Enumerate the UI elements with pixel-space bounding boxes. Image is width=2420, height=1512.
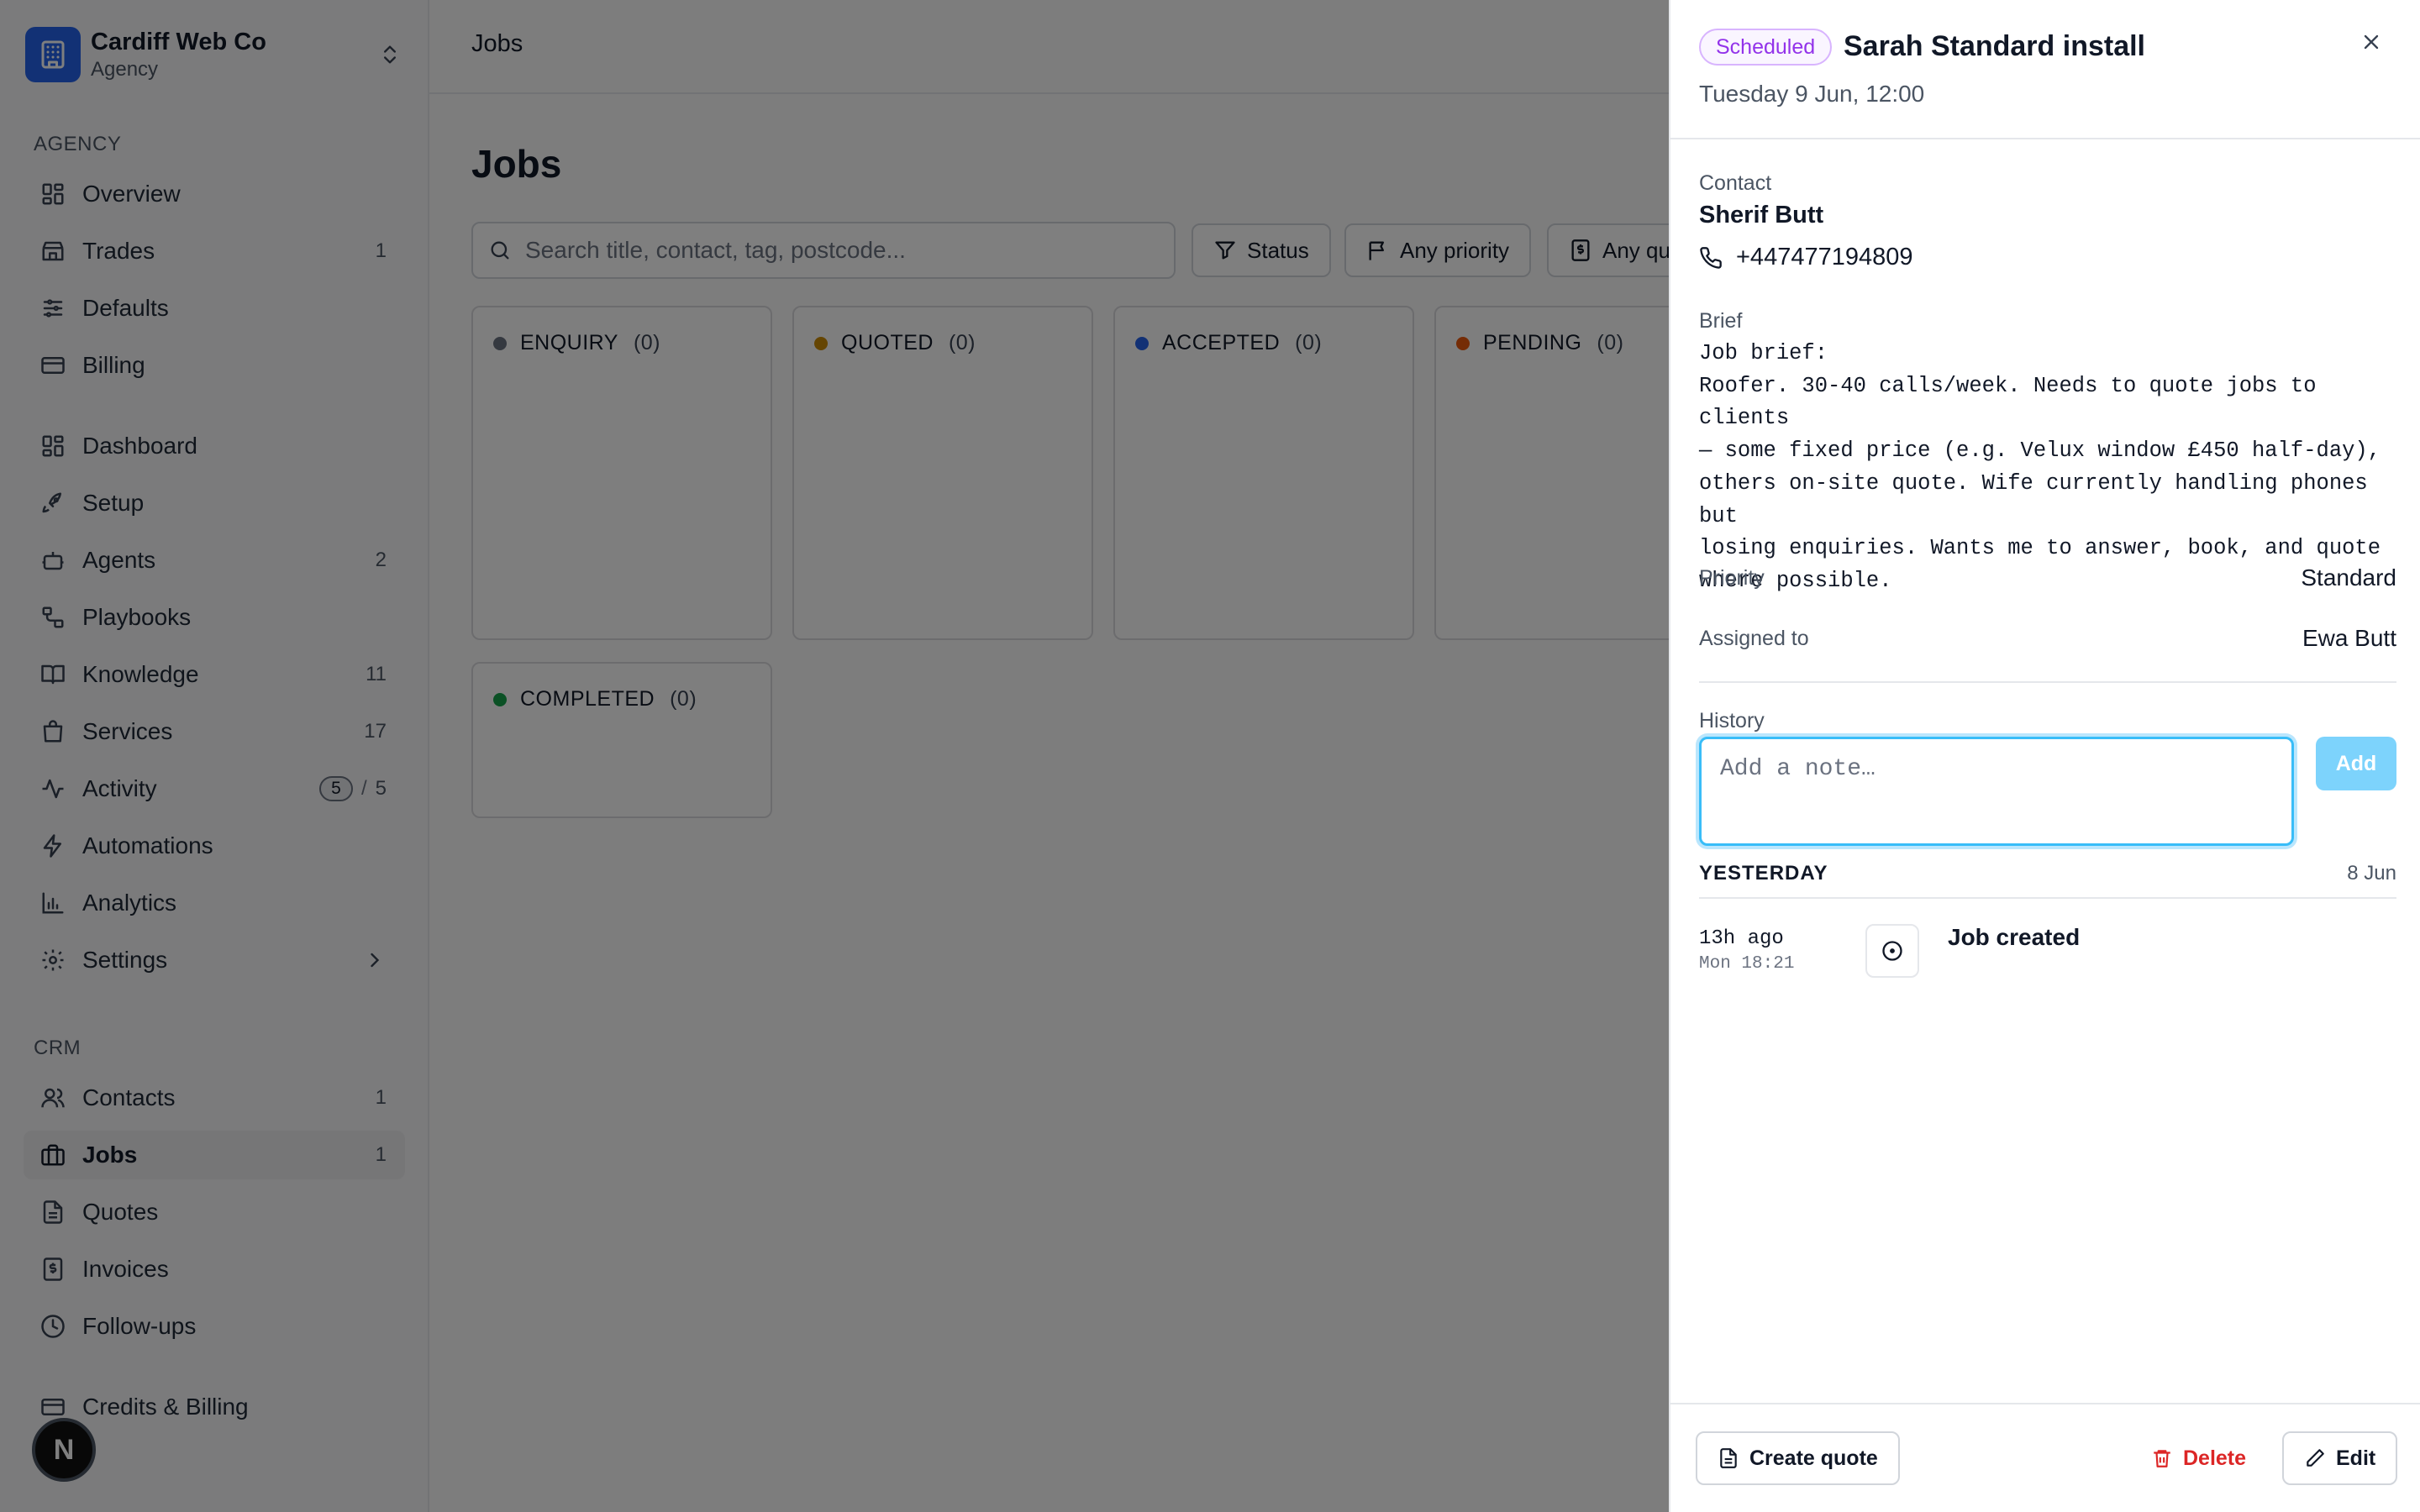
add-note-button[interactable]: Add: [2316, 737, 2396, 790]
modal-backdrop[interactable]: [0, 0, 1669, 1512]
contact-phone[interactable]: +447477194809: [1699, 244, 1912, 271]
create-quote-button[interactable]: Create quote: [1696, 1431, 1900, 1485]
circle-dot-icon: [1881, 939, 1904, 963]
create-quote-label: Create quote: [1749, 1446, 1878, 1470]
delete-label: Delete: [2183, 1446, 2247, 1470]
history-absolute-time: Mon 18:21: [1699, 954, 1795, 974]
job-detail-drawer: Scheduled Sarah Standard install Tuesday…: [1669, 0, 2420, 1512]
priority-value: Standard: [2301, 564, 2396, 591]
assigned-label: Assigned to: [1699, 626, 1809, 650]
divider: [1699, 681, 2396, 683]
job-brief: Job brief: Roofer. 30-40 calls/week. Nee…: [1699, 341, 2381, 593]
history-group-date: 8 Jun: [2347, 862, 2396, 885]
note-input[interactable]: [1702, 739, 2291, 843]
phone-icon: [1699, 246, 1723, 270]
job-title: Sarah Standard install: [1844, 30, 2145, 62]
history-group-label: YESTERDAY: [1699, 862, 1828, 885]
assigned-row: Assigned to Ewa Butt: [1699, 625, 2396, 652]
pencil-icon: [2304, 1447, 2326, 1469]
assigned-value: Ewa Butt: [2302, 625, 2396, 651]
trash-icon: [2151, 1447, 2173, 1469]
edit-label: Edit: [2336, 1446, 2376, 1470]
history-entry-icon: [1865, 924, 1919, 978]
phone-number: +447477194809: [1736, 244, 1913, 270]
close-icon: [2360, 30, 2383, 54]
job-date: Tuesday 9 Jun, 12:00: [1699, 81, 1925, 107]
history-label: History: [1699, 709, 1765, 732]
history-relative-time: 13h ago: [1699, 927, 1784, 950]
drawer-header: Scheduled Sarah Standard install Tuesday…: [1670, 0, 2420, 139]
status-badge: Scheduled: [1699, 29, 1833, 66]
history-group-header: YESTERDAY 8 Jun: [1699, 862, 2396, 899]
delete-button[interactable]: Delete: [2151, 1431, 2246, 1485]
priority-row: Priority Standard: [1699, 564, 2396, 591]
file-icon: [1718, 1447, 1739, 1469]
note-input-wrapper: [1699, 737, 2294, 846]
contact-name[interactable]: Sherif Butt: [1699, 202, 1823, 229]
priority-label: Priority: [1699, 565, 1765, 590]
brief-label: Brief: [1699, 309, 1743, 333]
history-entry-time: 13h ago Mon 18:21: [1699, 926, 1794, 976]
close-button[interactable]: [2354, 25, 2388, 59]
history-entry-text: Job created: [1948, 924, 2081, 950]
contact-label: Contact: [1699, 171, 1772, 195]
edit-button[interactable]: Edit: [2282, 1431, 2398, 1485]
